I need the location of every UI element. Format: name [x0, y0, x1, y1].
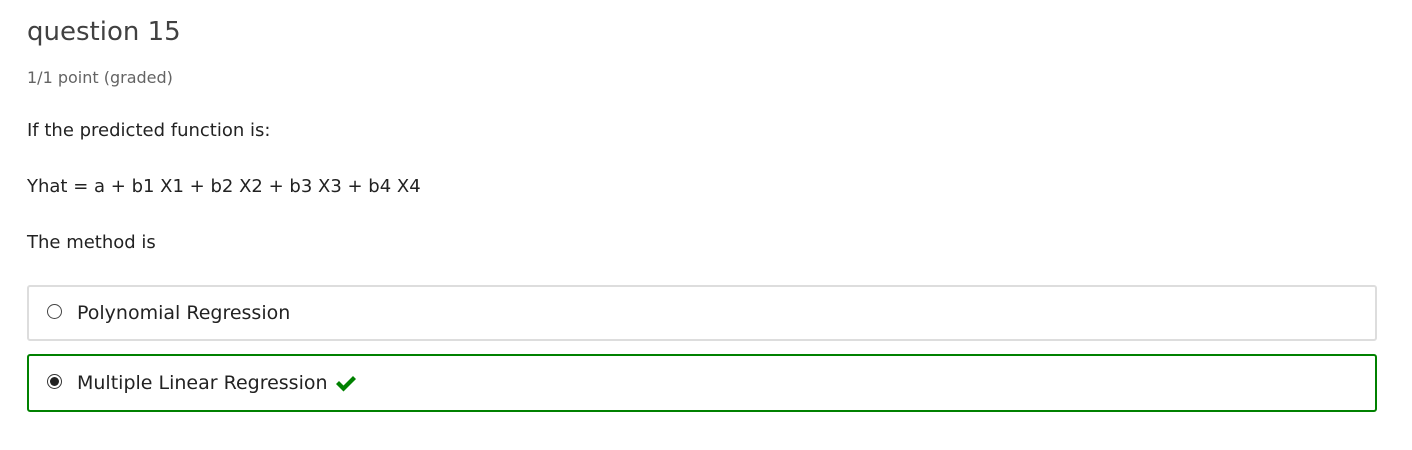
radio-button-selected[interactable]	[47, 374, 62, 389]
choice-polynomial-regression[interactable]: Polynomial Regression	[27, 285, 1377, 341]
checkmark-icon	[335, 376, 356, 392]
choice-label-text: Multiple Linear Regression	[77, 372, 328, 394]
prompt-text: If the predicted function is:	[27, 120, 271, 141]
choice-multiple-linear-regression[interactable]: Multiple Linear Regression	[27, 354, 1377, 412]
radio-button[interactable]	[47, 304, 62, 319]
choice-label: Polynomial Regression	[77, 300, 290, 326]
problem-title: question 15	[27, 17, 181, 47]
problem-progress: 1/1 point (graded)	[27, 68, 173, 87]
prompt-question: The method is	[27, 232, 156, 253]
prompt-formula: Yhat = a + b1 X1 + b2 X2 + b3 X3 + b4 X4	[27, 176, 421, 197]
choice-label: Multiple Linear Regression	[77, 370, 358, 396]
choice-label-text: Polynomial Regression	[77, 302, 291, 324]
